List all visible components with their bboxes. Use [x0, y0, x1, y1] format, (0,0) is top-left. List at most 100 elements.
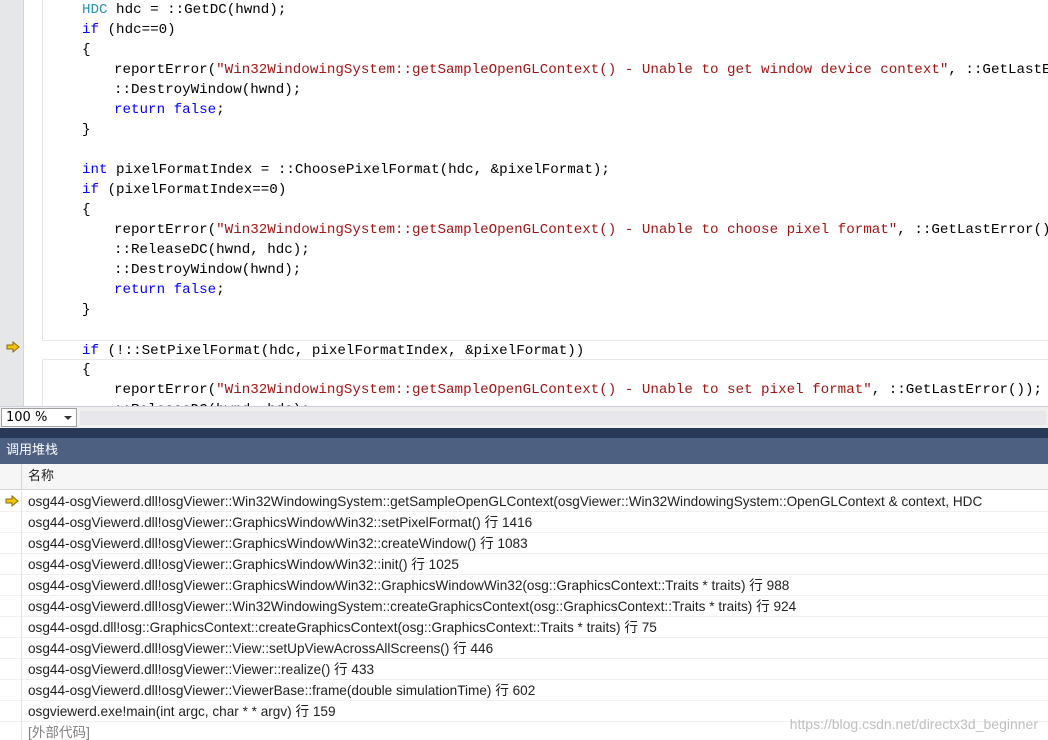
- code-token: pixelFormatIndex = ::ChoosePixelFormat(h…: [107, 162, 610, 178]
- row-gutter: [0, 638, 22, 659]
- code-line-text: if (!::SetPixelFormat(hdc, pixelFormatIn…: [82, 341, 584, 361]
- code-line[interactable]: reportError("Win32WindowingSystem::getSa…: [0, 380, 1048, 400]
- code-line-text: }: [82, 300, 91, 320]
- code-line[interactable]: ::DestroyWindow(hwnd);: [0, 260, 1048, 280]
- row-gutter: [0, 575, 22, 596]
- code-line[interactable]: {: [0, 200, 1048, 220]
- code-line[interactable]: {: [0, 40, 1048, 60]
- code-token: if: [82, 22, 100, 38]
- code-token: return: [114, 282, 166, 298]
- code-line-text: if (hdc==0): [82, 20, 176, 40]
- panel-splitter[interactable]: [0, 428, 1048, 438]
- stack-frame-text: osg44-osgViewerd.dll!osgViewer::ViewerBa…: [28, 683, 536, 698]
- code-token: false: [173, 102, 217, 118]
- code-line[interactable]: if (pixelFormatIndex==0): [0, 180, 1048, 200]
- stack-frame-row[interactable]: osg44-osgd.dll!osg::GraphicsContext::cre…: [0, 617, 1048, 638]
- editor-status-bar: 100 %: [0, 406, 1048, 428]
- code-line-text: {: [82, 200, 91, 220]
- code-line[interactable]: if (hdc==0): [0, 20, 1048, 40]
- stack-frame-row[interactable]: osg44-osgViewerd.dll!osgViewer::Viewer::…: [0, 659, 1048, 680]
- code-token: {: [82, 42, 91, 58]
- code-token: (pixelFormatIndex==0): [99, 182, 287, 198]
- code-line-text: reportError("Win32WindowingSystem::getSa…: [114, 60, 1048, 80]
- code-token: if: [82, 182, 100, 198]
- code-token: if: [82, 343, 100, 359]
- code-line-text: {: [82, 360, 91, 380]
- row-gutter: [0, 722, 22, 740]
- call-stack-grid[interactable]: 名称 osg44-osgViewerd.dll!osgViewer::Win32…: [0, 464, 1048, 740]
- code-token: reportError(: [114, 382, 217, 398]
- stack-frame-row[interactable]: osg44-osgViewerd.dll!osgViewer::View::se…: [0, 638, 1048, 659]
- code-token: ::DestroyWindow(hwnd);: [114, 82, 302, 98]
- grid-header: 名称: [0, 464, 1048, 490]
- code-token: , ::GetLastError());: [871, 382, 1043, 398]
- code-token: return: [114, 102, 166, 118]
- stack-frame-row[interactable]: osg44-osgViewerd.dll!osgViewer::Graphics…: [0, 512, 1048, 533]
- code-token: {: [82, 202, 91, 218]
- code-line-text: }: [82, 120, 91, 140]
- code-token: hdc = ::GetDC(hwnd);: [107, 2, 287, 18]
- zoom-value: 100 %: [6, 410, 48, 425]
- row-gutter: [0, 680, 22, 701]
- code-line-text: return false;: [114, 280, 225, 300]
- code-line-text: reportError("Win32WindowingSystem::getSa…: [114, 220, 1048, 240]
- code-line-text: {: [82, 40, 91, 60]
- code-token: {: [82, 362, 91, 378]
- code-line[interactable]: int pixelFormatIndex = ::ChoosePixelForm…: [0, 160, 1048, 180]
- code-token: reportError(: [114, 62, 217, 78]
- code-token: "Win32WindowingSystem::getSampleOpenGLCo…: [216, 382, 872, 398]
- column-header-name[interactable]: 名称: [28, 464, 54, 490]
- row-gutter: [0, 701, 22, 722]
- call-stack-title-bar[interactable]: 调用堆栈: [0, 438, 1048, 464]
- row-gutter: [0, 554, 22, 575]
- code-line[interactable]: {: [0, 360, 1048, 380]
- horizontal-scrollbar[interactable]: [80, 411, 1046, 425]
- stack-frame-row[interactable]: osg44-osgViewerd.dll!osgViewer::Win32Win…: [0, 491, 1048, 512]
- code-line[interactable]: HDC hdc = ::GetDC(hwnd);: [0, 0, 1048, 20]
- panel-title: 调用堆栈: [6, 443, 59, 458]
- current-statement-arrow-icon: [6, 341, 20, 353]
- code-token: "Win32WindowingSystem::getSampleOpenGLCo…: [216, 62, 949, 78]
- zoom-dropdown[interactable]: 100 %: [1, 408, 77, 427]
- code-line-text: ::ReleaseDC(hwnd, hdc);: [114, 240, 310, 260]
- code-line[interactable]: reportError("Win32WindowingSystem::getSa…: [0, 220, 1048, 240]
- stack-frame-text: osgviewerd.exe!main(int argc, char * * a…: [28, 704, 336, 719]
- code-line[interactable]: [0, 140, 1048, 160]
- code-editor[interactable]: HDC hdc = ::GetDC(hwnd); if (hdc==0){repo…: [0, 0, 1048, 406]
- code-token: ;: [216, 102, 225, 118]
- code-line[interactable]: ::DestroyWindow(hwnd);: [0, 80, 1048, 100]
- code-token: (!::SetPixelFormat(hdc, pixelFormatIndex…: [99, 343, 585, 359]
- code-token: (hdc==0): [99, 22, 176, 38]
- code-line-text: ::DestroyWindow(hwnd);: [114, 80, 301, 100]
- code-line[interactable]: }: [0, 300, 1048, 320]
- row-gutter: [0, 659, 22, 680]
- stack-frame-text: osg44-osgViewerd.dll!osgViewer::Graphics…: [28, 557, 459, 572]
- row-gutter: [0, 533, 22, 554]
- stack-frame-text: osg44-osgViewerd.dll!osgViewer::View::se…: [28, 641, 494, 656]
- code-line[interactable]: reportError("Win32WindowingSystem::getSa…: [0, 60, 1048, 80]
- grid-header-gutter: [0, 464, 22, 490]
- current-frame-arrow-icon: [5, 495, 19, 507]
- stack-frame-text: [外部代码]: [28, 725, 90, 740]
- code-line-text: reportError("Win32WindowingSystem::getSa…: [114, 380, 1042, 400]
- code-line[interactable]: return false;: [0, 100, 1048, 120]
- stack-frame-row[interactable]: osg44-osgViewerd.dll!osgViewer::Graphics…: [0, 533, 1048, 554]
- row-gutter: [0, 596, 22, 617]
- stack-frame-text: osg44-osgViewerd.dll!osgViewer::Win32Win…: [28, 599, 797, 614]
- code-line[interactable]: return false;: [0, 280, 1048, 300]
- stack-frame-row[interactable]: osg44-osgViewerd.dll!osgViewer::ViewerBa…: [0, 680, 1048, 701]
- code-line-text: return false;: [114, 100, 225, 120]
- code-token: false: [173, 282, 217, 298]
- stack-frame-row[interactable]: osg44-osgViewerd.dll!osgViewer::Win32Win…: [0, 596, 1048, 617]
- stack-frame-row[interactable]: osg44-osgViewerd.dll!osgViewer::Graphics…: [0, 575, 1048, 596]
- stack-frame-text: osg44-osgViewerd.dll!osgViewer::Viewer::…: [28, 662, 375, 677]
- code-line[interactable]: }: [0, 120, 1048, 140]
- code-line-text: int pixelFormatIndex = ::ChoosePixelForm…: [82, 160, 610, 180]
- code-line[interactable]: [0, 320, 1048, 340]
- code-line[interactable]: ::ReleaseDC(hwnd, hdc);: [0, 240, 1048, 260]
- code-line[interactable]: if (!::SetPixelFormat(hdc, pixelFormatIn…: [42, 340, 1048, 360]
- stack-frame-row[interactable]: osg44-osgViewerd.dll!osgViewer::Graphics…: [0, 554, 1048, 575]
- row-gutter: [0, 617, 22, 638]
